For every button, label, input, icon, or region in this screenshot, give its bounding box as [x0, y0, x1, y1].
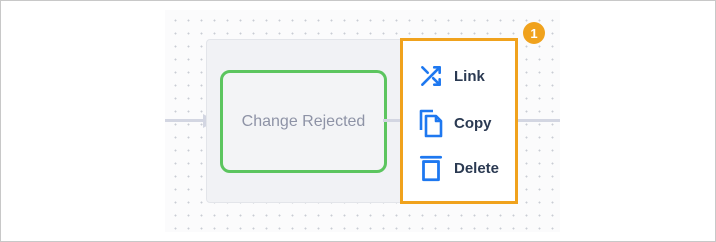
screenshot-frame: Change Rejected Link Copy Delete 1	[0, 0, 716, 242]
link-button[interactable]: Link	[417, 61, 485, 91]
outgoing-connector[interactable]	[515, 119, 560, 122]
copy-label: Copy	[454, 114, 492, 132]
node-label: Change Rejected	[241, 112, 366, 130]
copy-button[interactable]: Copy	[417, 108, 492, 138]
incoming-connector[interactable]	[165, 119, 207, 122]
delete-label: Delete	[454, 159, 500, 177]
node-context-menu: Link Copy Delete	[400, 38, 518, 204]
trash-icon	[417, 153, 445, 183]
node-to-menu-connector	[383, 119, 401, 122]
callout-badge: 1	[523, 22, 545, 44]
workflow-node[interactable]: Change Rejected	[220, 70, 387, 173]
shuffle-icon	[417, 61, 445, 91]
copy-icon	[417, 108, 445, 138]
link-label: Link	[454, 67, 485, 85]
delete-button[interactable]: Delete	[417, 153, 499, 183]
